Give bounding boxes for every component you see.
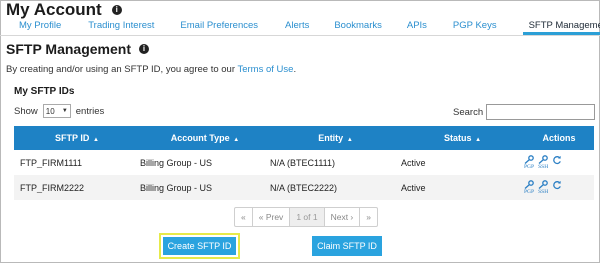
cell-entity: N/A (BTEC2222): [270, 182, 338, 193]
sort-icon: ▲: [345, 137, 353, 143]
tab-bookmarks[interactable]: Bookmarks: [334, 16, 382, 35]
page-indicator: 1 of 1: [290, 208, 325, 226]
pagination: « « Prev 1 of 1 Next › »: [234, 207, 378, 227]
cell-account-type: Billing Group - US: [140, 182, 213, 193]
sort-icon: ▲: [473, 137, 482, 143]
ssh-key-button[interactable]: SSH: [538, 155, 548, 170]
entries-select[interactable]: 10 ▼: [42, 104, 71, 118]
tab-pgp-keys[interactable]: PGP Keys: [453, 16, 497, 35]
key-icon: [538, 155, 548, 164]
section-info-icon[interactable]: i: [139, 44, 149, 54]
chevron-down-icon: ▼: [61, 108, 68, 114]
terms-notice: By creating and/or using an SFTP ID, you…: [6, 64, 296, 75]
sftp-table: SFTP ID ▲ Account Type ▲ Entity ▲ Status…: [14, 126, 594, 200]
create-button-highlight: Create SFTP ID: [159, 233, 240, 259]
refresh-button[interactable]: [552, 155, 562, 165]
entries-label: entries: [75, 105, 105, 117]
column-header-status[interactable]: Status ▲: [401, 133, 524, 143]
tab-email-preferences[interactable]: Email Preferences: [180, 16, 258, 35]
cell-account-type: Billing Group - US: [140, 157, 213, 168]
pgp-key-button[interactable]: PGP: [524, 155, 534, 170]
section-title-row: SFTP Management i: [6, 41, 149, 57]
cell-sftp-id: FTP_FIRM1111: [20, 157, 83, 168]
terms-notice-text: By creating and/or using an SFTP ID, you…: [6, 64, 236, 75]
entries-value: 10: [45, 106, 55, 116]
subsection-title: My SFTP IDs: [14, 86, 75, 97]
column-header-entity[interactable]: Entity ▲: [270, 133, 401, 143]
key-icon: [524, 155, 534, 164]
refresh-icon: [553, 181, 562, 190]
table-row: FTP_FIRM1111 Billing Group - US N/A (BTE…: [14, 150, 594, 175]
cell-actions: PGP SSH: [524, 180, 594, 195]
cell-sftp-id: FTP_FIRM2222: [20, 182, 85, 193]
key-icon: [538, 180, 548, 189]
cell-status: Active: [401, 182, 426, 193]
refresh-icon: [553, 156, 562, 165]
first-page-button[interactable]: «: [235, 208, 253, 226]
next-page-button[interactable]: Next ›: [325, 208, 361, 226]
cell-entity: N/A (BTEC1111): [270, 157, 336, 168]
tab-bar: My Profile Trading Interest Email Prefer…: [0, 16, 600, 36]
last-page-button[interactable]: »: [360, 208, 377, 226]
pgp-key-button[interactable]: PGP: [524, 180, 534, 195]
tab-trading-interest[interactable]: Trading Interest: [88, 16, 154, 35]
search-input[interactable]: [486, 104, 596, 120]
terms-period: .: [293, 64, 297, 75]
ssh-key-button[interactable]: SSH: [538, 180, 548, 195]
cell-status: Active: [401, 157, 426, 168]
cell-actions: PGP SSH: [524, 155, 594, 170]
search-control: Search: [453, 104, 596, 120]
column-header-account-type[interactable]: Account Type ▲: [140, 133, 270, 143]
claim-sftp-id-button[interactable]: Claim SFTP ID: [312, 236, 382, 256]
tab-apis[interactable]: APIs: [407, 16, 427, 35]
search-label: Search: [453, 106, 484, 118]
info-icon[interactable]: i: [111, 5, 122, 15]
tab-my-profile[interactable]: My Profile: [19, 16, 61, 35]
table-header: SFTP ID ▲ Account Type ▲ Entity ▲ Status…: [14, 126, 594, 150]
sort-icon: ▲: [231, 137, 240, 143]
prev-page-button[interactable]: « Prev: [253, 208, 291, 226]
table-row: FTP_FIRM2222 Billing Group - US N/A (BTE…: [14, 175, 594, 200]
entries-control: Show 10 ▼ entries: [14, 104, 104, 118]
section-title: SFTP Management: [6, 41, 131, 57]
column-header-actions: Actions: [542, 133, 576, 143]
sort-icon: ▲: [91, 137, 99, 143]
tab-sftp-management[interactable]: SFTP Management: [522, 16, 600, 35]
refresh-button[interactable]: [552, 180, 562, 190]
tab-alerts[interactable]: Alerts: [285, 16, 309, 35]
column-header-sftp-id[interactable]: SFTP ID ▲: [14, 133, 140, 143]
key-icon: [524, 180, 534, 189]
terms-of-use-link[interactable]: Terms of Use: [237, 64, 293, 75]
create-sftp-id-button[interactable]: Create SFTP ID: [163, 237, 236, 255]
show-label: Show: [14, 105, 38, 117]
